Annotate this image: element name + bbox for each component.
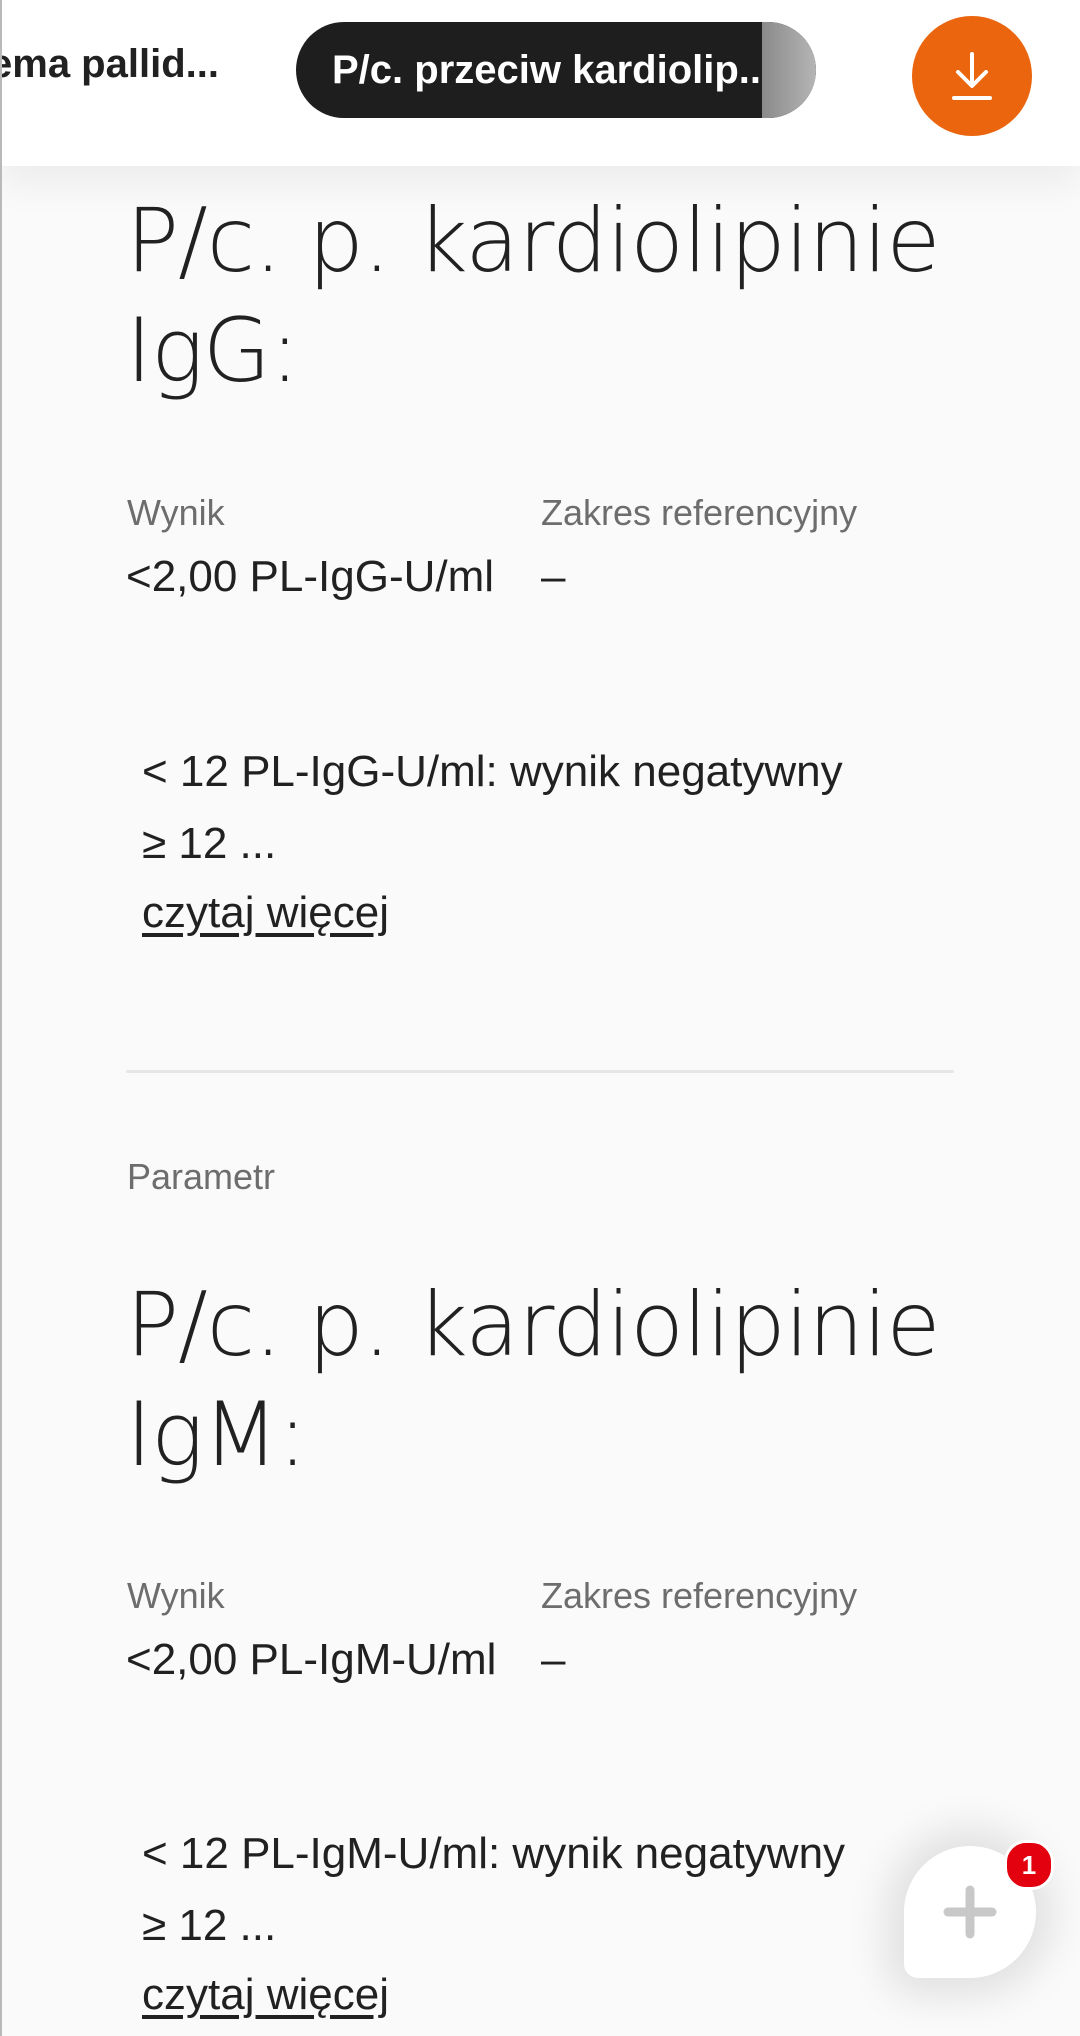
download-button[interactable] — [912, 16, 1032, 136]
tab-active-parameter[interactable]: P/c. przeciw kardiolip... — [296, 22, 816, 118]
parameter-title: P/c. p. kardiolipinie IgG: — [126, 189, 941, 402]
reference-range-value: – — [541, 1635, 566, 1684]
read-more-link[interactable]: czytaj więcej — [142, 888, 389, 938]
parameter-title: P/c. p. kardiolipinie IgM: — [126, 1273, 941, 1486]
tab-active-label: P/c. przeciw kardiolip... — [332, 48, 773, 92]
left-edge-divider — [0, 0, 2, 2036]
reference-note-line2: ≥ 12 ... — [142, 1901, 277, 1950]
results-content: P/c. p. kardiolipinie IgG: Wynik Zakres … — [0, 0, 1080, 2036]
result-label: Wynik — [127, 1575, 225, 1616]
floating-add-button[interactable]: 1 — [904, 1840, 1054, 1978]
reference-note-line1: < 12 PL-IgM-U/ml: wynik negatywny — [142, 1829, 846, 1878]
reference-range-label: Zakres referencyjny — [541, 492, 858, 533]
tab-fade-edge — [762, 22, 816, 118]
result-value: <2,00 PL-IgG-U/ml — [126, 552, 495, 601]
reference-range-label: Zakres referencyjny — [541, 1575, 858, 1616]
read-more-link[interactable]: czytaj więcej — [142, 1970, 389, 2020]
tab-previous-parameter[interactable]: ema pallid... — [0, 42, 219, 87]
parameter-tabs-bar: ema pallid... P/c. przeciw kardiolip... — [0, 0, 1080, 166]
result-label: Wynik — [127, 492, 225, 533]
plus-icon — [943, 1885, 997, 1939]
download-icon — [952, 52, 992, 100]
reference-note-line2: ≥ 12 ... — [142, 819, 277, 868]
reference-range-value: – — [541, 552, 566, 601]
notification-badge: 1 — [1004, 1840, 1054, 1890]
section-divider — [126, 1070, 954, 1073]
parameter-section-label: Parametr — [127, 1156, 276, 1197]
result-value: <2,00 PL-IgM-U/ml — [126, 1635, 497, 1684]
reference-note-line1: < 12 PL-IgG-U/ml: wynik negatywny — [142, 747, 843, 796]
page: P/c. p. kardiolipinie IgG: Wynik Zakres … — [0, 0, 1080, 2036]
